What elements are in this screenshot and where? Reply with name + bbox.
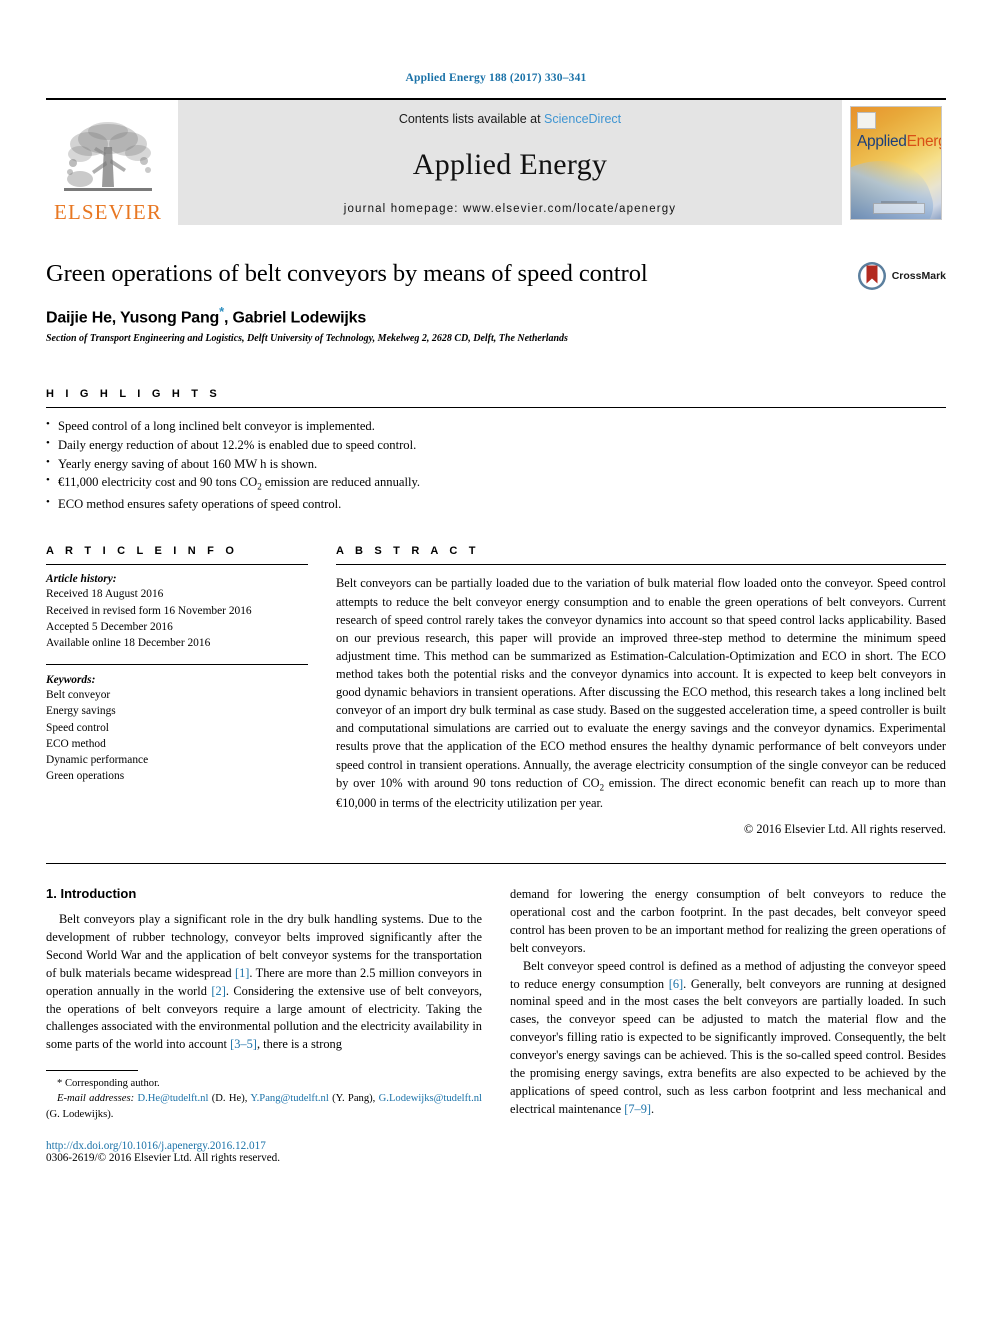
cover-journal-title: AppliedEnergy (857, 133, 941, 151)
keyword-item: Energy savings (46, 705, 116, 718)
highlights-heading: H I G H L I G H T S (46, 387, 221, 400)
intro-paragraph-left: Belt conveyors play a significant role i… (46, 911, 482, 1054)
journal-title: Applied Energy (412, 147, 608, 181)
crossmark-badge[interactable]: CrossMark (857, 261, 946, 291)
intro-text-d: , there is a strong (256, 1037, 342, 1052)
contents-prefix: Contents lists available at (398, 112, 545, 126)
abstract-divider (336, 564, 946, 566)
abstract-text: Belt conveyors can be partially loaded d… (336, 576, 946, 811)
author-list: Daijie He, Yusong Pang*, Gabriel Lodewij… (46, 304, 946, 327)
cover-title-energy: Energy (906, 133, 941, 150)
history-received: Received 18 August 2016 (46, 588, 164, 601)
email-link-pang[interactable]: Y.Pang@tudelft.nl (250, 1093, 328, 1104)
email-link-he[interactable]: D.He@tudelft.nl (137, 1093, 208, 1104)
keyword-item: Green operations (46, 770, 125, 783)
footnote-rule (46, 1070, 138, 1072)
abstract-copyright: © 2016 Elsevier Ltd. All rights reserved… (743, 822, 946, 837)
journal-cover-image: AppliedEnergy (850, 100, 946, 225)
elsevier-wordmark: ELSEVIER (54, 200, 162, 224)
cover-title-applied: Applied (857, 133, 907, 150)
affiliation: Section of Transport Engineering and Log… (46, 332, 568, 344)
body-column-right: demand for lowering the energy consumpti… (510, 886, 946, 1164)
authors-pre: Daijie He, Yusong Pang (46, 309, 220, 327)
list-item: ECO method ensures safety operations of … (46, 494, 946, 514)
crossmark-label: CrossMark (891, 270, 946, 282)
journal-reference: Applied Energy 188 (2017) 330–341 (405, 72, 587, 84)
sciencedirect-link[interactable]: ScienceDirect (544, 112, 621, 126)
article-info-heading: A R T I C L E I N F O (46, 545, 239, 558)
email-name-pang: (Y. Pang), (328, 1093, 379, 1105)
doi-block: http://dx.doi.org/10.1016/j.apenergy.201… (46, 1140, 482, 1164)
email-link-lodewijks[interactable]: G.Lodewijks@tudelft.nl (379, 1093, 482, 1104)
doi-link[interactable]: http://dx.doi.org/10.1016/j.apenergy.201… (46, 1140, 482, 1152)
history-revised: Received in revised form 16 November 201… (46, 604, 252, 617)
keyword-item: ECO method (46, 737, 106, 750)
page-title: Green operations of belt conveyors by me… (46, 260, 648, 287)
elsevier-tree-icon (64, 122, 152, 191)
journal-banner: Contents lists available at ScienceDirec… (178, 100, 842, 225)
body-column-left: 1. Introduction Belt conveyors play a si… (46, 886, 482, 1164)
cover-footer-box (873, 203, 925, 214)
abstract-heading: A B S T R A C T (336, 545, 480, 558)
keywords-label: Keywords: (46, 674, 96, 687)
list-item: Yearly energy saving of about 160 MW h i… (46, 454, 946, 474)
keyword-item: Speed control (46, 721, 109, 734)
email-label: E-mail addresses: (57, 1093, 135, 1105)
elsevier-logo: ELSEVIER (46, 100, 170, 225)
title-block: Green operations of belt conveyors by me… (46, 259, 946, 344)
body-columns: 1. Introduction Belt conveyors play a si… (46, 886, 946, 1164)
intro-paragraph-right-2: Belt conveyor speed control is defined a… (510, 958, 946, 1119)
speed-control-text-b: . Generally, belt conveyors are running … (510, 976, 946, 1116)
history-accepted: Accepted 5 December 2016 (46, 620, 173, 633)
citation-2[interactable]: [2] (211, 984, 225, 998)
journal-masthead: ELSEVIER Contents lists available at Sci… (46, 98, 946, 225)
list-item: Speed control of a long inclined belt co… (46, 416, 946, 436)
cover-elsevier-mark-icon (857, 112, 876, 129)
highlights-section: H I G H L I G H T S Speed control of a l… (46, 388, 946, 514)
email-name-he: (D. He), (208, 1093, 251, 1105)
issn-copyright-line: 0306-2619/© 2016 Elsevier Ltd. All right… (46, 1152, 281, 1165)
footnote-block: * Corresponding author. E-mail addresses… (46, 1070, 482, 1164)
paper-page: Applied Energy 188 (2017) 330–341 ELSEVI… (0, 0, 992, 1323)
citation-7-9[interactable]: [7–9] (624, 1102, 651, 1116)
history-online: Available online 18 December 2016 (46, 636, 211, 649)
citation-3-5[interactable]: [3–5] (230, 1037, 257, 1051)
authors-post: , Gabriel Lodewijks (224, 309, 367, 327)
info-abstract-section: A R T I C L E I N F O Article history: R… (46, 545, 946, 837)
list-item: Daily energy reduction of about 12.2% is… (46, 435, 946, 455)
article-history-label: Article history: (46, 573, 117, 586)
body-divider (46, 863, 946, 865)
highlights-list: Speed control of a long inclined belt co… (46, 416, 946, 514)
keyword-item: Belt conveyor (46, 689, 111, 702)
list-item: €11,000 electricity cost and 90 tons CO2… (46, 472, 946, 494)
citation-1[interactable]: [1] (235, 966, 249, 980)
section-title-introduction: 1. Introduction (46, 886, 137, 902)
keyword-item: Dynamic performance (46, 753, 149, 766)
crossmark-icon (857, 262, 886, 290)
citation-6[interactable]: [6] (669, 977, 683, 991)
keywords-divider (46, 664, 308, 666)
journal-cover-art: AppliedEnergy (850, 106, 942, 220)
journal-homepage-link[interactable]: journal homepage: www.elsevier.com/locat… (344, 203, 676, 215)
contents-available-line: Contents lists available at ScienceDirec… (399, 112, 621, 126)
email-name-lodewijks: (G. Lodewijks). (46, 1108, 114, 1120)
highlights-divider (46, 406, 946, 408)
corresponding-author-note: * Corresponding author. (57, 1078, 160, 1090)
article-info-divider (46, 564, 308, 566)
speed-control-text-c: . (651, 1101, 655, 1116)
abstract-column: A B S T R A C T Belt conveyors can be pa… (336, 545, 946, 837)
intro-paragraph-right-continued: demand for lowering the energy consumpti… (510, 887, 946, 955)
article-info-column: A R T I C L E I N F O Article history: R… (46, 545, 308, 837)
email-addresses-note: E-mail addresses: D.He@tudelft.nl (D. He… (46, 1091, 482, 1122)
